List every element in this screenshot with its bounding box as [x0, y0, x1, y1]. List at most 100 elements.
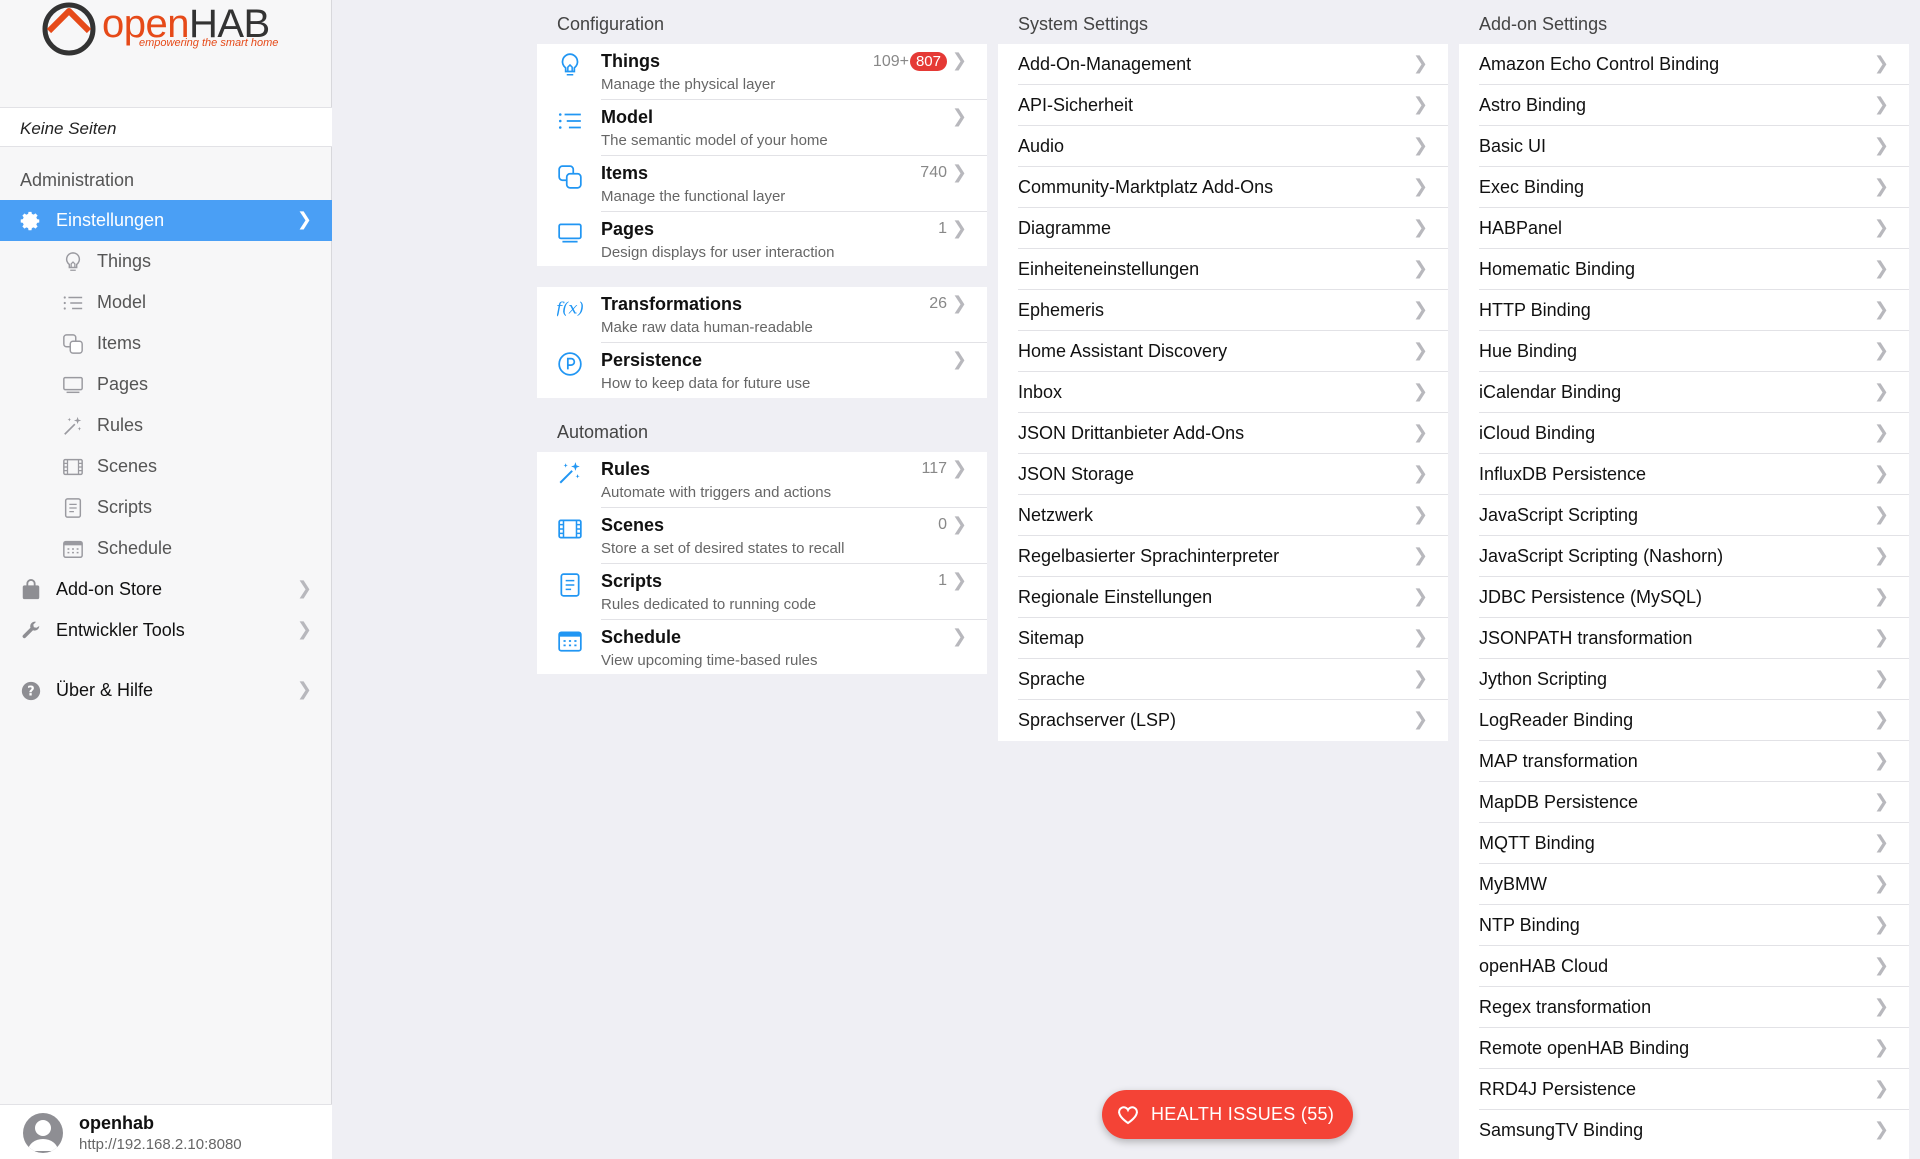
sidebar-item-addon-store[interactable]: Add-on Store ❯: [0, 569, 332, 610]
system-setting-add-on-management[interactable]: Add-On-Management ❯: [998, 44, 1448, 85]
system-setting-json-storage[interactable]: JSON Storage ❯: [998, 454, 1448, 495]
addon-setting-http-binding[interactable]: HTTP Binding ❯: [1459, 290, 1909, 331]
chevron-right-icon: ❯: [1412, 217, 1428, 237]
system-setting-audio[interactable]: Audio ❯: [998, 126, 1448, 167]
system-setting-einheiteneinstellungen[interactable]: Einheiteneinstellungen ❯: [998, 249, 1448, 290]
system-setting-ephemeris[interactable]: Ephemeris ❯: [998, 290, 1448, 331]
chevron-right-icon: ❯: [1412, 586, 1428, 606]
item-count: 0: [938, 516, 947, 533]
system-setting-regionale-einstellungen[interactable]: Regionale Einstellungen ❯: [998, 577, 1448, 618]
sidebar-item-rules[interactable]: Rules: [0, 405, 332, 446]
sidebar-item-schedule[interactable]: Schedule: [0, 528, 332, 569]
item-title: Pages: [601, 219, 655, 239]
addon-setting-samsungtv-binding[interactable]: SamsungTV Binding ❯: [1459, 1110, 1909, 1151]
sidebar-item-scripts[interactable]: Scripts: [0, 487, 332, 528]
list-item-label: Hue Binding: [1479, 341, 1578, 361]
list-item-label: InfluxDB Persistence: [1479, 464, 1647, 484]
addon-setting-jython-scripting[interactable]: Jython Scripting ❯: [1459, 659, 1909, 700]
monitor-icon: [558, 223, 582, 243]
health-issues-button[interactable]: HEALTH ISSUES (55): [1102, 1090, 1353, 1139]
addon-setting-jdbc-persistence-mysql[interactable]: JDBC Persistence (MySQL) ❯: [1459, 577, 1909, 618]
item-subtitle: Manage the physical layer: [601, 76, 776, 93]
addon-setting-habpanel[interactable]: HABPanel ❯: [1459, 208, 1909, 249]
config-item-scenes[interactable]: Scenes Store a set of desired states to …: [537, 508, 987, 564]
config-item-rules[interactable]: Rules Automate with triggers and actions…: [537, 452, 987, 508]
sidebar-item-developer-tools[interactable]: Entwickler Tools ❯: [0, 610, 332, 651]
chevron-right-icon: ❯: [1412, 53, 1428, 73]
item-title: Transformations: [601, 294, 743, 314]
sidebar-item-pages[interactable]: Pages: [0, 364, 332, 405]
chevron-right-icon: ❯: [951, 106, 967, 126]
config-item-schedule[interactable]: Schedule View upcoming time-based rules …: [537, 620, 987, 676]
system-setting-diagramme[interactable]: Diagramme ❯: [998, 208, 1448, 249]
addon-setting-basic-ui[interactable]: Basic UI ❯: [1459, 126, 1909, 167]
shopping-bag-icon: [22, 579, 40, 600]
addon-setting-influxdb-persistence[interactable]: InfluxDB Persistence ❯: [1459, 454, 1909, 495]
config-item-persistence[interactable]: Persistence How to keep data for future …: [537, 343, 987, 399]
list-icon: [558, 113, 581, 129]
addon-setting-regex-transformation[interactable]: Regex transformation ❯: [1459, 987, 1909, 1028]
sidebar-item-help[interactable]: ? Über & Hilfe ❯: [0, 670, 332, 711]
sidebar-item-items[interactable]: Items: [0, 323, 332, 364]
chevron-right-icon: ❯: [1873, 750, 1889, 770]
addon-setting-icalendar-binding[interactable]: iCalendar Binding ❯: [1459, 372, 1909, 413]
system-setting-home-assistant-discovery[interactable]: Home Assistant Discovery ❯: [998, 331, 1448, 372]
system-setting-sitemap[interactable]: Sitemap ❯: [998, 618, 1448, 659]
addon-setting-javascript-scripting-nashorn[interactable]: JavaScript Scripting (Nashorn) ❯: [1459, 536, 1909, 577]
chevron-right-icon: ❯: [1873, 258, 1889, 278]
addon-setting-homematic-binding[interactable]: Homematic Binding ❯: [1459, 249, 1909, 290]
item-count: 1: [938, 220, 947, 237]
addon-setting-hue-binding[interactable]: Hue Binding ❯: [1459, 331, 1909, 372]
addon-setting-mapdb-persistence[interactable]: MapDB Persistence ❯: [1459, 782, 1909, 823]
addon-setting-amazon-echo-control-binding[interactable]: Amazon Echo Control Binding ❯: [1459, 44, 1909, 85]
sidebar-item-settings[interactable]: Einstellungen ❯: [0, 200, 332, 241]
addon-setting-mqtt-binding[interactable]: MQTT Binding ❯: [1459, 823, 1909, 864]
system-setting-sprache[interactable]: Sprache ❯: [998, 659, 1448, 700]
item-count: 1: [938, 572, 947, 589]
chevron-right-icon: ❯: [1412, 176, 1428, 196]
user-profile[interactable]: openhab http://192.168.2.10:8080: [0, 1104, 332, 1159]
addon-setting-map-transformation[interactable]: MAP transformation ❯: [1459, 741, 1909, 782]
system-setting-sprachserver-lsp[interactable]: Sprachserver (LSP) ❯: [998, 700, 1448, 741]
sidebar-item-things[interactable]: Things: [0, 241, 332, 282]
addon-setting-rrd4j-persistence[interactable]: RRD4J Persistence ❯: [1459, 1069, 1909, 1110]
chevron-right-icon: ❯: [951, 50, 967, 70]
config-item-transformations[interactable]: f(x) Transformations Make raw data human…: [537, 287, 987, 343]
sidebar-item-model[interactable]: Model: [0, 282, 332, 323]
addon-setting-astro-binding[interactable]: Astro Binding ❯: [1459, 85, 1909, 126]
config-item-model[interactable]: Model The semantic model of your home ❯: [537, 100, 987, 156]
sidebar-item-label: Scenes: [97, 456, 158, 476]
addon-setting-ntp-binding[interactable]: NTP Binding ❯: [1459, 905, 1909, 946]
addon-setting-javascript-scripting[interactable]: JavaScript Scripting ❯: [1459, 495, 1909, 536]
addon-setting-jsonpath-transformation[interactable]: JSONPATH transformation ❯: [1459, 618, 1909, 659]
list-item-label: MAP transformation: [1479, 751, 1638, 771]
config-item-pages[interactable]: Pages Design displays for user interacti…: [537, 212, 987, 268]
addon-setting-icloud-binding[interactable]: iCloud Binding ❯: [1459, 413, 1909, 454]
wrench-icon: [22, 621, 40, 639]
openhab-logo[interactable]: openHAB empowering the smart home: [40, 0, 300, 60]
system-setting-json-drittanbieter-add-ons[interactable]: JSON Drittanbieter Add-Ons ❯: [998, 413, 1448, 454]
chevron-right-icon: ❯: [1412, 709, 1428, 729]
addon-setting-mybmw[interactable]: MyBMW ❯: [1459, 864, 1909, 905]
addon-setting-logreader-binding[interactable]: LogReader Binding ❯: [1459, 700, 1909, 741]
addon-setting-openhab-cloud[interactable]: openHAB Cloud ❯: [1459, 946, 1909, 987]
chevron-right-icon: ❯: [1412, 258, 1428, 278]
system-setting-community-marktplatz-add-ons[interactable]: Community-Marktplatz Add-Ons ❯: [998, 167, 1448, 208]
config-item-things[interactable]: Things Manage the physical layer 109+ 807…: [537, 44, 987, 100]
list-item-label: Ephemeris: [1018, 300, 1105, 320]
wand-icon: [64, 416, 82, 435]
config-item-scripts[interactable]: Scripts Rules dedicated to running code …: [537, 564, 987, 620]
chevron-right-icon: ❯: [296, 619, 312, 639]
sidebar-item-scenes[interactable]: Scenes: [0, 446, 332, 487]
list-item-label: Diagramme: [1018, 218, 1112, 238]
config-item-items[interactable]: Items Manage the functional layer 740 ❯: [537, 156, 987, 212]
system-setting-regelbasierter-sprachinterpreter[interactable]: Regelbasierter Sprachinterpreter ❯: [998, 536, 1448, 577]
addon-setting-exec-binding[interactable]: Exec Binding ❯: [1459, 167, 1909, 208]
item-subtitle: Design displays for user interaction: [601, 244, 835, 261]
system-setting-inbox[interactable]: Inbox ❯: [998, 372, 1448, 413]
item-subtitle: Manage the functional layer: [601, 188, 786, 205]
list-item-label: Home Assistant Discovery: [1018, 341, 1228, 361]
system-setting-netzwerk[interactable]: Netzwerk ❯: [998, 495, 1448, 536]
addon-setting-remote-openhab-binding[interactable]: Remote openHAB Binding ❯: [1459, 1028, 1909, 1069]
system-setting-api-sicherheit[interactable]: API-Sicherheit ❯: [998, 85, 1448, 126]
